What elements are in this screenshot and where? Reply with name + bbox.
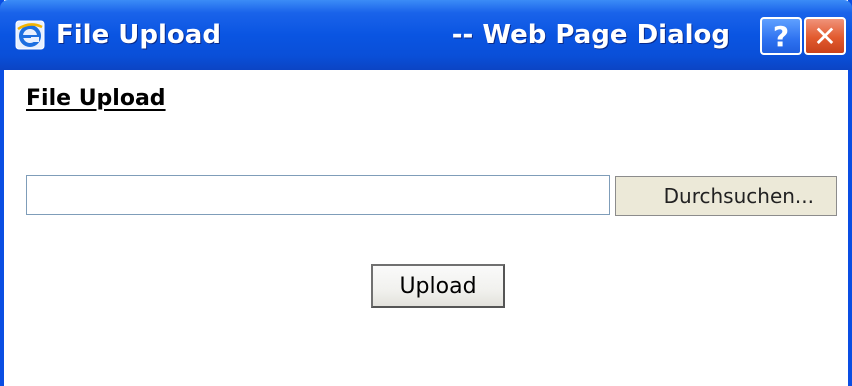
- upload-button[interactable]: Upload: [371, 264, 505, 308]
- title-bar[interactable]: File Upload -- Web Page Dialog ? ✕: [0, 0, 852, 70]
- help-button[interactable]: ?: [760, 17, 802, 55]
- close-button[interactable]: ✕: [804, 17, 846, 55]
- help-icon: ?: [772, 19, 790, 53]
- internet-explorer-icon: [15, 20, 45, 50]
- window-title-suffix: -- Web Page Dialog: [451, 20, 730, 50]
- dialog-content: File Upload Durchsuchen... Upload: [4, 70, 848, 386]
- close-icon: ✕: [813, 19, 837, 53]
- dialog-window: File Upload -- Web Page Dialog ? ✕ File …: [0, 0, 852, 386]
- file-path-input[interactable]: [26, 175, 610, 215]
- upload-button-label: Upload: [399, 273, 477, 299]
- browse-button[interactable]: Durchsuchen...: [615, 176, 837, 216]
- window-title: File Upload: [56, 20, 221, 50]
- page-heading: File Upload: [26, 86, 166, 111]
